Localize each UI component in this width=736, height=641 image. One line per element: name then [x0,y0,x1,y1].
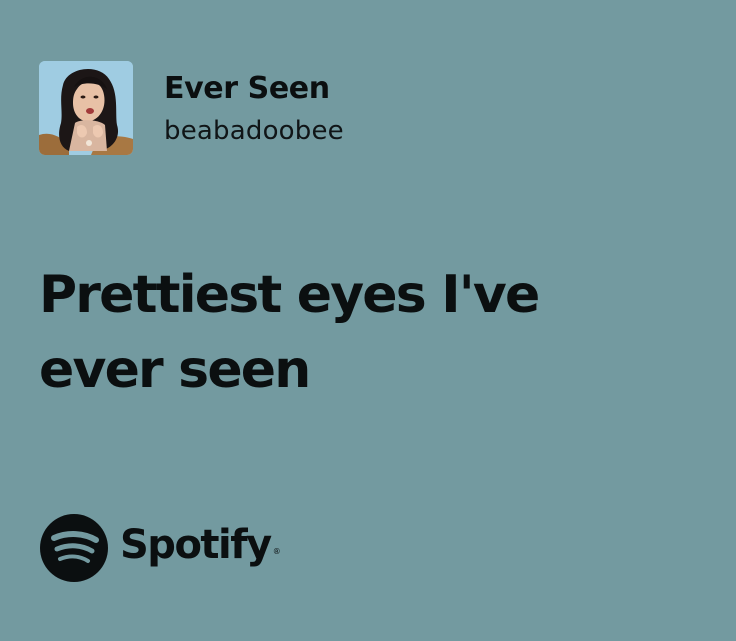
trademark-symbol: ® [272,546,281,556]
artist-name: beabadoobee [164,116,344,146]
lyrics-share-card: Ever Seen beabadoobee Prettiest eyes I'v… [0,0,736,641]
lyrics-excerpt: Prettiest eyes I've ever seen [39,258,699,408]
spotify-wordmark-text: Spotify [120,521,272,568]
track-title: Ever Seen [164,71,330,106]
album-cover-art [39,61,133,155]
lyric-line: ever seen [39,340,311,400]
track-meta: Ever Seen beabadoobee [164,71,344,146]
album-cover-image [39,61,133,155]
spotify-wordmark: Spotify ® [120,521,281,576]
track-header: Ever Seen beabadoobee [39,61,344,155]
spotify-logo-icon [40,514,108,582]
lyric-line: Prettiest eyes I've [39,265,540,325]
spotify-branding: Spotify ® [40,514,281,582]
